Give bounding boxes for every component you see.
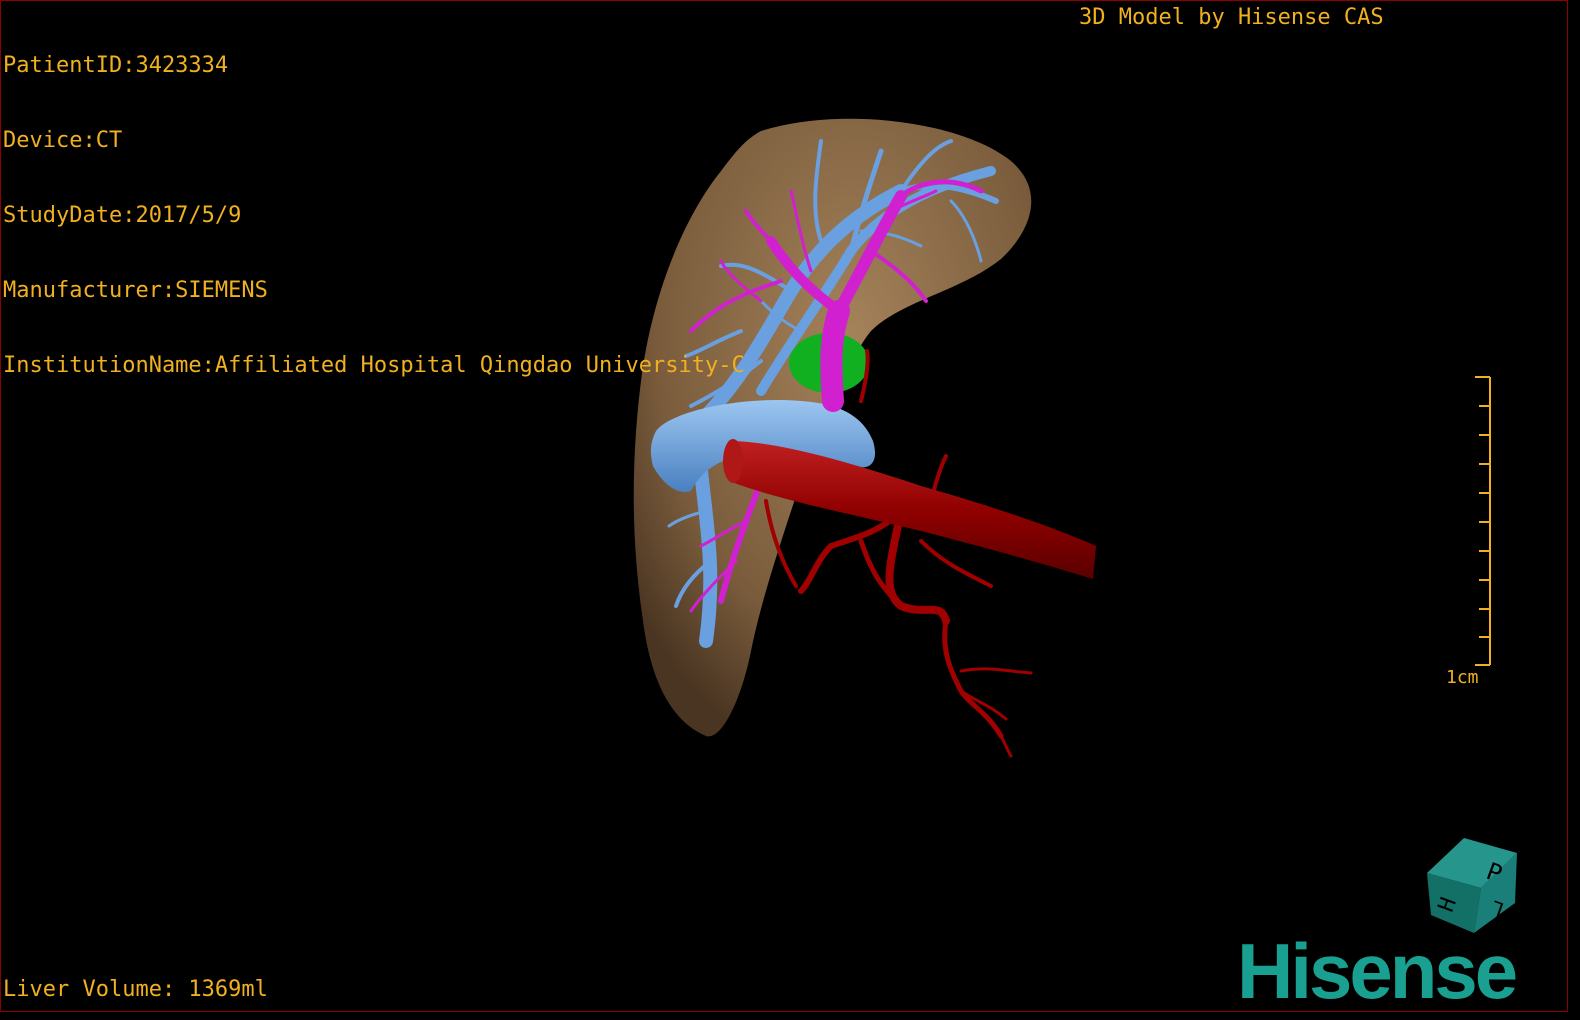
3d-viewport[interactable]: PatientID:3423334 Device:CT StudyDate:20… [0,0,1568,1012]
institution-name: InstitutionName:Affiliated Hospital Qing… [3,353,745,378]
model-credit: 3D Model by Hisense CAS [1079,5,1384,30]
hisense-logo: Hisense [1237,927,1518,1012]
orientation-cube[interactable]: H P L [1419,833,1529,938]
vena-cava-end [723,439,743,483]
patient-id: PatientID:3423334 [3,53,229,78]
scale-label: 1cm [1446,667,1479,688]
study-date: StudyDate:2017/5/9 [3,203,242,228]
scale-bar [1475,376,1491,666]
device: Device:CT [3,128,123,153]
dicom-info-overlay: PatientID:3423334 Device:CT StudyDate:20… [3,3,745,428]
liver-volume: Liver Volume: 1369ml [3,977,268,1002]
manufacturer: Manufacturer:SIEMENS [3,278,268,303]
